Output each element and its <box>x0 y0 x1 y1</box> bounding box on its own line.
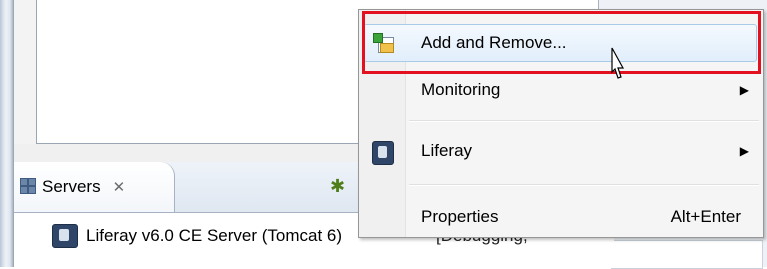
servers-icon <box>20 178 38 196</box>
menu-item-properties[interactable]: Properties Alt+Enter <box>359 197 763 237</box>
menu-separator <box>409 120 759 122</box>
liferay-icon <box>372 141 394 165</box>
menu-item-add-and-remove[interactable]: Add and Remove... <box>359 23 763 63</box>
menu-item-monitoring[interactable]: Monitoring ▶ <box>359 70 763 110</box>
server-icon <box>52 224 78 248</box>
menu-item-shortcut: Alt+Enter <box>670 207 741 226</box>
menu-item-label: Properties <box>421 207 499 226</box>
menu-item-label: Liferay <box>421 141 473 160</box>
submenu-arrow-icon: ▶ <box>739 83 749 97</box>
server-row[interactable]: Liferay v6.0 CE Server (Tomcat 6) <box>52 222 382 250</box>
add-remove-icon <box>373 33 394 53</box>
menu-item-label: Add and Remove... <box>421 33 567 52</box>
tab-servers[interactable]: Servers ✕ <box>14 162 175 212</box>
mouse-pointer-icon <box>611 47 625 79</box>
menu-separator <box>409 184 759 186</box>
menu-item-label: Monitoring <box>421 80 501 99</box>
debug-bug-icon[interactable]: ✱ <box>330 176 350 196</box>
window-left-edge <box>0 0 14 267</box>
context-menu: Add and Remove... Monitoring ▶ Liferay ▶… <box>358 9 764 238</box>
server-row-label: Liferay v6.0 CE Server (Tomcat 6) <box>86 226 343 245</box>
menu-item-liferay[interactable]: Liferay ▶ <box>359 131 763 171</box>
submenu-arrow-icon: ▶ <box>739 144 749 158</box>
tab-servers-label: Servers <box>42 177 101 196</box>
tab-close-icon[interactable]: ✕ <box>113 178 126 196</box>
right-pane-tab[interactable] <box>611 240 763 269</box>
